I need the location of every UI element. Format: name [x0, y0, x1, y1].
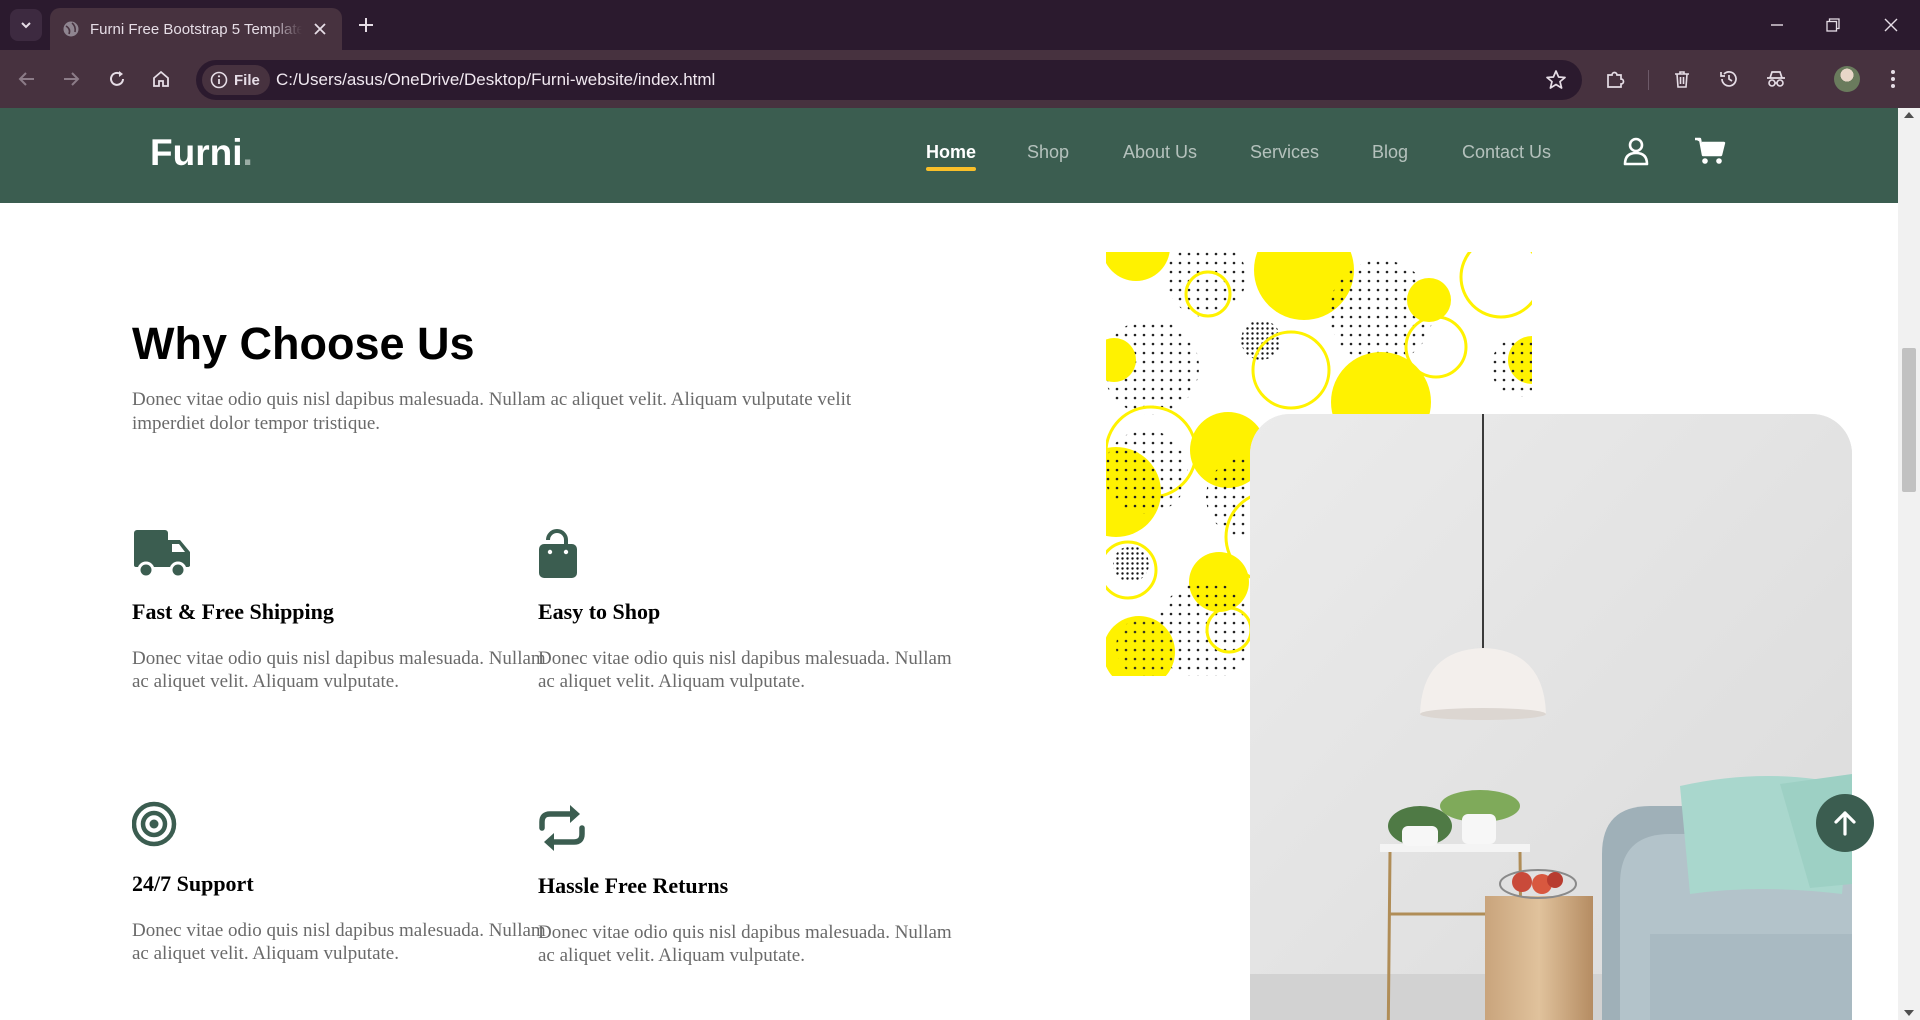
logo-dot: .: [242, 132, 253, 173]
profile-avatar[interactable]: [1834, 66, 1860, 92]
feature-title: Fast & Free Shipping: [132, 599, 334, 624]
shopping-bag-icon: [539, 529, 577, 578]
browser-tab[interactable]: Furni Free Bootstrap 5 Template: [50, 8, 342, 50]
info-icon: [210, 71, 228, 89]
feature-card: Easy to Shop Donec vitae odio quis nisl …: [538, 528, 958, 693]
home-icon[interactable]: [148, 66, 174, 92]
feature-text: Donec vitae odio quis nisl dapibus males…: [132, 920, 546, 964]
history-icon[interactable]: [1716, 66, 1742, 92]
menu-item-contact-us[interactable]: Contact Us: [1462, 142, 1551, 163]
delete-icon[interactable]: [1669, 66, 1695, 92]
tab-search-button[interactable]: [10, 9, 42, 41]
feature-card: 24/7 Support Donec vitae odio quis nisl …: [131, 800, 552, 965]
scroll-down-arrow-icon[interactable]: [1904, 1010, 1914, 1016]
menu-item-home[interactable]: Home: [926, 142, 977, 171]
arrow-up-icon: [1834, 811, 1856, 836]
logo-text: Furni: [150, 132, 243, 173]
bookmark-star-icon[interactable]: [1544, 68, 1568, 92]
site-info-chip[interactable]: File: [202, 65, 270, 95]
feature-card: Fast & Free Shipping Donec vitae odio qu…: [132, 528, 552, 693]
browser-tab-bar: Furni Free Bootstrap 5 Template: [0, 0, 1920, 50]
page-scrollbar[interactable]: [1898, 108, 1920, 1020]
site-navbar: Furni. Home Shop About Us Services Blog …: [0, 108, 1898, 203]
feature-title: 24/7 Support: [132, 871, 254, 896]
reload-icon[interactable]: [104, 66, 130, 92]
target-icon: [131, 801, 177, 847]
minimize-icon[interactable]: [1764, 12, 1790, 38]
site-logo[interactable]: Furni.: [150, 132, 253, 174]
close-window-icon[interactable]: [1878, 12, 1904, 38]
close-tab-icon[interactable]: [310, 19, 330, 39]
url-text[interactable]: C:/Users/asus/OneDrive/Desktop/Furni-web…: [276, 70, 715, 90]
tab-title: Furni Free Bootstrap 5 Template: [90, 20, 302, 38]
truck-icon: [134, 530, 190, 579]
menu-item-services[interactable]: Services: [1250, 142, 1319, 163]
incognito-icon[interactable]: [1763, 66, 1789, 92]
back-icon[interactable]: [14, 66, 40, 92]
scroll-up-arrow-icon[interactable]: [1904, 112, 1914, 118]
repeat-icon: [539, 805, 585, 851]
new-tab-icon[interactable]: [354, 13, 378, 37]
more-menu-icon[interactable]: [1880, 66, 1906, 92]
toolbar-separator: [1648, 70, 1649, 90]
section-title: Why Choose Us: [132, 318, 475, 369]
feature-text: Donec vitae odio quis nisl dapibus males…: [538, 922, 952, 966]
cart-icon[interactable]: [1693, 134, 1727, 168]
extensions-icon[interactable]: [1602, 66, 1628, 92]
scrollbar-thumb[interactable]: [1902, 348, 1916, 492]
menu-item-about-us[interactable]: About Us: [1123, 142, 1197, 163]
globe-icon: [63, 21, 79, 37]
restore-icon[interactable]: [1820, 12, 1846, 38]
browser-toolbar: File C:/Users/asus/OneDrive/Desktop/Furn…: [0, 50, 1920, 108]
scroll-to-top-button[interactable]: [1816, 794, 1874, 852]
interior-photo: [1250, 414, 1852, 1020]
feature-text: Donec vitae odio quis nisl dapibus males…: [538, 648, 952, 692]
forward-icon[interactable]: [58, 66, 84, 92]
menu-item-blog[interactable]: Blog: [1372, 142, 1408, 163]
feature-title: Hassle Free Returns: [538, 873, 729, 898]
section-description: Donec vitae odio quis nisl dapibus males…: [132, 389, 852, 434]
feature-title: Easy to Shop: [538, 599, 661, 624]
address-bar[interactable]: File C:/Users/asus/OneDrive/Desktop/Furn…: [196, 60, 1582, 100]
menu-item-shop[interactable]: Shop: [1027, 142, 1069, 163]
site-chip-label: File: [234, 71, 260, 89]
feature-card: Hassle Free Returns Donec vitae odio qui…: [538, 802, 958, 967]
user-icon[interactable]: [1619, 134, 1653, 168]
chevron-down-icon: [21, 22, 31, 29]
page-viewport: Furni. Home Shop About Us Services Blog …: [0, 108, 1898, 1020]
feature-text: Donec vitae odio quis nisl dapibus males…: [132, 648, 546, 692]
